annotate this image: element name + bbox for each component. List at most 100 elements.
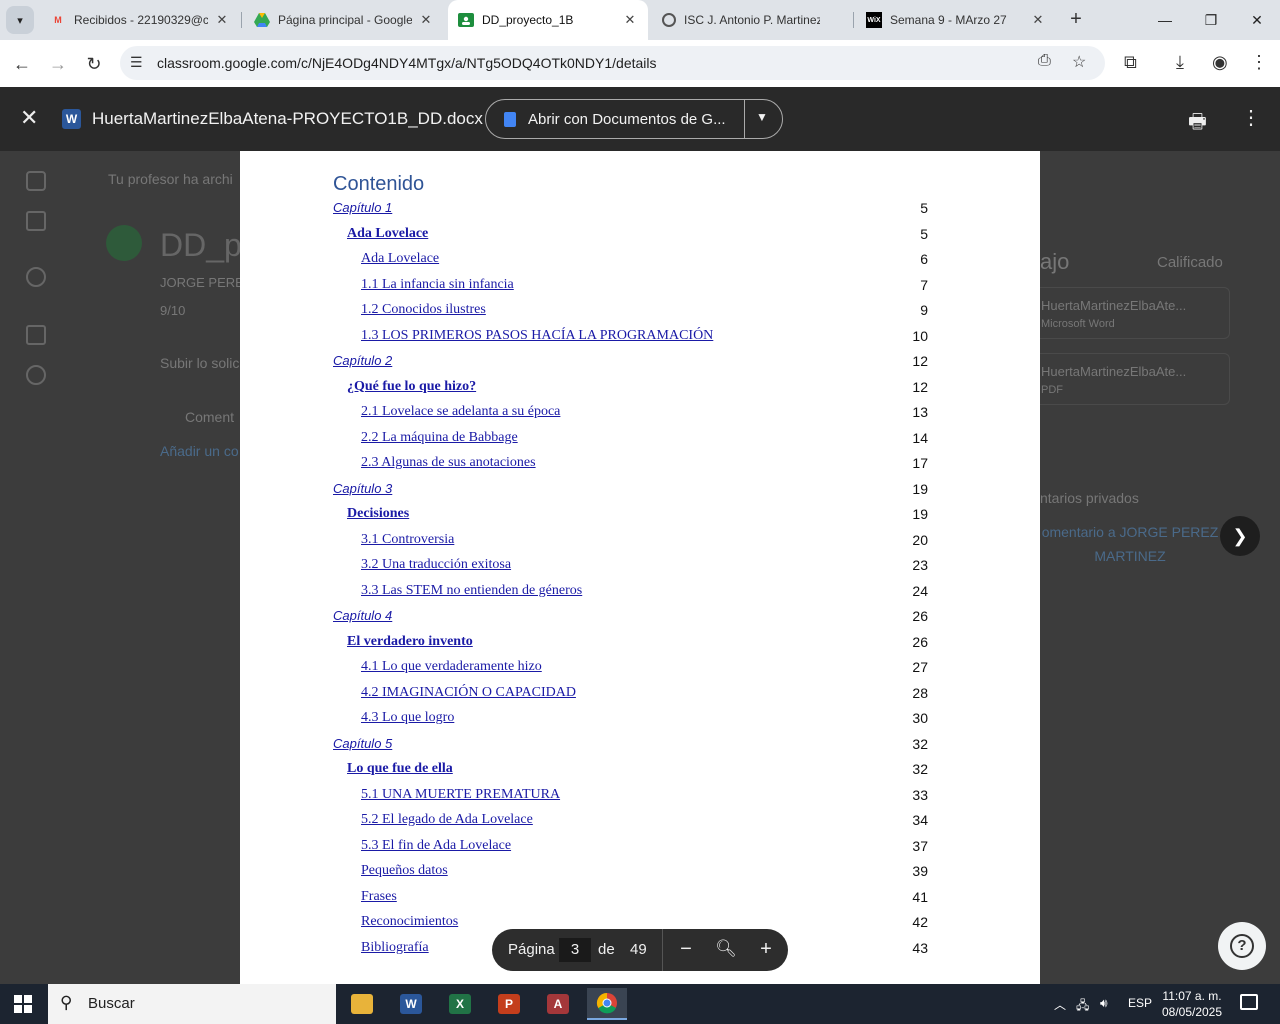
- toc-link[interactable]: Decisiones: [347, 506, 409, 522]
- reload-icon[interactable]: ↻: [80, 50, 108, 78]
- extensions-icon[interactable]: ⧉: [1124, 52, 1137, 73]
- close-window-icon[interactable]: ✕: [1234, 0, 1280, 40]
- toc-link[interactable]: Ada Lovelace: [347, 226, 428, 242]
- chrome-icon[interactable]: [587, 988, 627, 1020]
- toc-link[interactable]: 4.3 Lo que logro: [361, 710, 454, 726]
- zoom-out-icon[interactable]: −: [674, 937, 698, 963]
- notifications-icon[interactable]: [1240, 994, 1258, 1010]
- new-tab-icon[interactable]: +: [1064, 6, 1088, 34]
- tab-wix[interactable]: WiX Semana 9 - MArzo 27 ✕: [856, 6, 1056, 34]
- taskbar-search[interactable]: ⚲ Buscar: [48, 984, 336, 1024]
- powerpoint-icon[interactable]: P: [489, 988, 529, 1020]
- close-tab-icon[interactable]: ✕: [214, 12, 230, 28]
- divider: [744, 100, 745, 138]
- browser-toolbar: ← → ↻ ☰ classroom.google.com/c/NjE4ODg4N…: [0, 40, 1280, 87]
- toc-link[interactable]: Capítulo 3: [333, 481, 392, 496]
- word-icon[interactable]: W: [391, 988, 431, 1020]
- address-bar[interactable]: ☰ classroom.google.com/c/NjE4ODg4NDY4MTg…: [120, 46, 1105, 80]
- toc-link[interactable]: Capítulo 1: [333, 200, 392, 215]
- toc-page-number: 5: [920, 200, 928, 216]
- url-text[interactable]: classroom.google.com/c/NjE4ODg4NDY4MTgx/…: [157, 55, 657, 71]
- toc-link[interactable]: 1.3 LOS PRIMEROS PASOS HACÍA LA PROGRAMA…: [361, 328, 713, 344]
- toc-page-number: 32: [912, 735, 928, 752]
- network-icon[interactable]: 🖧: [1076, 996, 1089, 1017]
- chevron-down-icon[interactable]: ▼: [756, 110, 768, 124]
- excel-icon[interactable]: X: [440, 988, 480, 1020]
- settings-icon: [26, 365, 46, 385]
- toc-link[interactable]: 3.2 Una traducción exitosa: [361, 557, 511, 573]
- toc-link[interactable]: ¿Qué fue lo que hizo?: [347, 379, 476, 395]
- minimize-icon[interactable]: —: [1142, 0, 1188, 40]
- print-icon[interactable]: 🖶: [1188, 107, 1207, 141]
- tab-gmail[interactable]: M Recibidos - 22190329@co ✕: [40, 6, 240, 34]
- clock[interactable]: 11:07 a. m. 08/05/2025: [1158, 988, 1226, 1020]
- profile-icon[interactable]: ◉: [1212, 52, 1228, 73]
- toc-link[interactable]: 4.2 IMAGINACIÓN O CAPACIDAD: [361, 685, 576, 701]
- close-tab-icon[interactable]: ✕: [622, 12, 638, 28]
- toc-link[interactable]: 2.1 Lovelace se adelanta a su época: [361, 404, 560, 420]
- toc-link[interactable]: 2.2 La máquina de Babbage: [361, 430, 518, 446]
- toc-link[interactable]: 3.1 Controversia: [361, 532, 454, 548]
- more-options-icon[interactable]: ⋮: [1241, 105, 1261, 130]
- tab-search-menu-icon[interactable]: ▾: [6, 6, 34, 34]
- toc-page-number: 27: [912, 659, 928, 675]
- toc-link[interactable]: El verdadero invento: [347, 634, 473, 650]
- show-hidden-icons-icon[interactable]: ︿: [1054, 996, 1066, 1013]
- toc-link[interactable]: Bibliografía: [361, 940, 429, 956]
- toc-page-number: 14: [912, 429, 928, 446]
- zoom-icon[interactable]: 🔍︎: [714, 937, 738, 963]
- help-button[interactable]: ?: [1218, 922, 1266, 970]
- windows-start-icon[interactable]: [14, 995, 32, 1013]
- file-explorer-icon[interactable]: [342, 988, 382, 1020]
- toc-link[interactable]: 5.1 UNA MUERTE PREMATURA: [361, 787, 560, 803]
- toc-link[interactable]: 5.2 El legado de Ada Lovelace: [361, 812, 533, 828]
- toc-link[interactable]: 3.3 Las STEM no entienden de géneros: [361, 583, 582, 599]
- search-placeholder: Buscar: [88, 995, 135, 1012]
- zoom-in-icon[interactable]: +: [754, 937, 778, 963]
- site-info-icon[interactable]: ☰: [130, 54, 143, 71]
- toc-page-number: 20: [912, 531, 928, 548]
- toc-link[interactable]: 1.1 La infancia sin infancia: [361, 277, 514, 293]
- toc-link[interactable]: 4.1 Lo que verdaderamente hizo: [361, 659, 542, 675]
- language-indicator[interactable]: ESP: [1128, 996, 1152, 1010]
- toc-link[interactable]: Frases: [361, 889, 397, 905]
- tab-isc[interactable]: ISC J. Antonio P. Martinez: [652, 6, 852, 34]
- toc-page-number: 43: [912, 939, 928, 956]
- forward-icon[interactable]: →: [44, 50, 72, 78]
- install-app-icon[interactable]: ⎙: [1038, 52, 1051, 70]
- toc-heading: Contenido: [333, 173, 425, 195]
- download-icon[interactable]: ⤓: [1176, 52, 1184, 73]
- back-icon[interactable]: ←: [8, 50, 36, 78]
- volume-icon[interactable]: 🔊︎: [1100, 996, 1108, 1011]
- toc-link[interactable]: 2.3 Algunas de sus anotaciones: [361, 455, 536, 471]
- toc-link[interactable]: Lo que fue de ella: [347, 761, 453, 777]
- tab-classroom[interactable]: DD_proyecto_1B ✕: [448, 0, 648, 40]
- toc-link[interactable]: Pequeños datos: [361, 863, 448, 879]
- tab-title: ISC J. Antonio P. Martinez: [684, 13, 820, 27]
- bookmark-star-icon[interactable]: ☆: [1072, 52, 1086, 72]
- close-viewer-icon[interactable]: ✕: [20, 107, 38, 129]
- close-tab-icon[interactable]: ✕: [418, 12, 434, 28]
- toc-page-number: 19: [912, 480, 928, 497]
- tab-drive[interactable]: Página principal - Google ✕: [244, 6, 444, 34]
- toc-link[interactable]: Reconocimientos: [361, 914, 458, 930]
- close-tab-icon[interactable]: ✕: [1030, 12, 1046, 28]
- open-with-button[interactable]: Abrir con Documentos de G... ▼: [485, 99, 783, 139]
- toc-link[interactable]: Capítulo 4: [333, 608, 392, 623]
- toc-page-number: 42: [912, 914, 928, 930]
- toc-page-number: 33: [912, 786, 928, 803]
- toc-link[interactable]: 1.2 Conocidos ilustres: [361, 302, 486, 318]
- google-docs-icon: [504, 112, 516, 127]
- next-file-button[interactable]: ❯: [1220, 516, 1260, 556]
- access-icon[interactable]: A: [538, 988, 578, 1020]
- current-page-input[interactable]: 3: [559, 938, 591, 962]
- toc-page-number: 28: [912, 684, 928, 701]
- toc-link[interactable]: 5.3 El fin de Ada Lovelace: [361, 838, 511, 854]
- toc-link[interactable]: Ada Lovelace: [361, 251, 439, 267]
- browser-menu-icon[interactable]: ⋮: [1250, 52, 1268, 73]
- restore-icon[interactable]: ❐: [1188, 0, 1234, 40]
- toc-link[interactable]: Capítulo 2: [333, 353, 392, 368]
- tab-separator: [241, 12, 242, 28]
- file-viewer-header: ✕ W HuertaMartinezElbaAtena-PROYECTO1B_D…: [0, 87, 1280, 151]
- toc-link[interactable]: Capítulo 5: [333, 736, 392, 751]
